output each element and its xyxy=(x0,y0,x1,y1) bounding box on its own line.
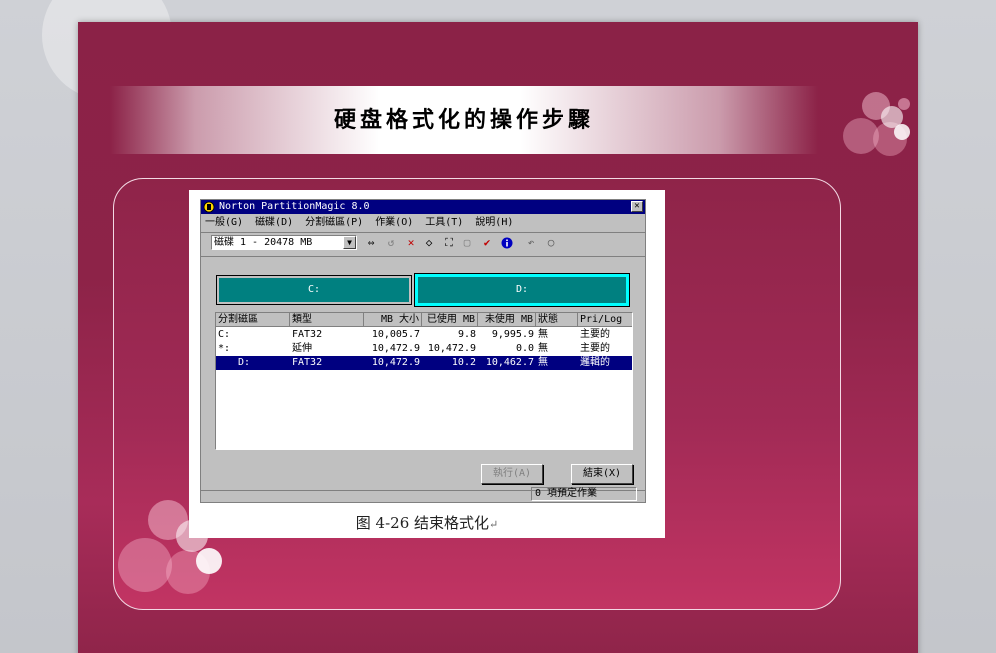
delete-icon[interactable]: ✕ xyxy=(403,235,419,251)
cell-prilog: 主要的 xyxy=(580,329,610,340)
status-bar: 0 項預定作業 xyxy=(203,486,643,502)
cell-unused: 0.0 xyxy=(515,343,534,354)
cell-unused: 9,995.9 xyxy=(491,329,534,340)
check-icon[interactable]: ✔ xyxy=(479,235,495,251)
cell-size: 10,472.9 xyxy=(371,357,420,368)
column-header-status[interactable]: 狀態 xyxy=(536,313,578,327)
copy-icon[interactable]: ▢ xyxy=(459,235,475,251)
table-row[interactable]: *: 延伸 10,472.9 10,472.9 0.0 無 主要的 xyxy=(216,342,632,356)
chevron-down-icon[interactable]: ▼ xyxy=(343,236,356,249)
menu-operations[interactable]: 作業(O) xyxy=(375,215,413,231)
cell-size: 10,005.7 xyxy=(371,329,420,340)
undo-merge-icon[interactable]: ↺ xyxy=(383,235,399,251)
exit-button[interactable]: 結束(X) xyxy=(571,464,633,484)
cell-status: 無 xyxy=(538,357,548,368)
cell-partition: D: xyxy=(238,357,251,368)
paragraph-mark-icon: ↵ xyxy=(489,518,499,531)
cell-prilog: 邏輯的 xyxy=(580,357,610,368)
cell-type: 延伸 xyxy=(292,343,312,354)
resize-icon[interactable]: ⇔ xyxy=(363,235,379,251)
menu-general[interactable]: 一般(G) xyxy=(205,215,243,231)
window-titlebar[interactable]: Norton PartitionMagic 8.0 ✕ xyxy=(201,200,645,214)
cell-status: 無 xyxy=(538,329,548,340)
disk-select-value: 磁碟 1 - 20478 MB xyxy=(214,237,313,248)
label-icon[interactable]: ◇ xyxy=(421,235,437,251)
slide-title: 硬盘格式化的操作步驟 xyxy=(333,107,594,133)
cell-size: 10,472.9 xyxy=(371,343,420,354)
column-header-type[interactable]: 類型 xyxy=(290,313,364,327)
cell-status: 無 xyxy=(538,343,548,354)
disk-select[interactable]: 磁碟 1 - 20478 MB ▼ xyxy=(211,235,357,250)
app-icon xyxy=(203,201,215,213)
cell-type: FAT32 xyxy=(292,357,323,368)
table-row[interactable]: C: FAT32 10,005.7 9.8 9,995.9 無 主要的 xyxy=(216,328,632,342)
menu-help[interactable]: 說明(H) xyxy=(475,215,513,231)
expand-icon[interactable]: ⛶ xyxy=(441,235,457,251)
redo-icon[interactable]: ○ xyxy=(543,235,559,251)
menu-tools[interactable]: 工具(T) xyxy=(425,215,463,231)
info-icon[interactable] xyxy=(499,235,515,251)
partition-table: 分割磁區 類型 MB 大小 已使用 MB 未使用 MB 狀態 Pri/Log C… xyxy=(215,312,633,450)
partition-block-d[interactable]: D: xyxy=(414,273,630,307)
partition-block-c[interactable]: C: xyxy=(216,275,412,305)
menu-bar: 一般(G) 磁碟(D) 分割磁區(P) 作業(O) 工具(T) 說明(H) xyxy=(205,215,513,231)
toolbar-separator xyxy=(201,256,645,257)
disk-map: C: D: xyxy=(215,270,633,307)
status-pending-operations: 0 項預定作業 xyxy=(531,487,637,501)
apply-button[interactable]: 執行(A) xyxy=(481,464,543,484)
cell-prilog: 主要的 xyxy=(580,343,610,354)
cell-used: 9.8 xyxy=(457,329,476,340)
title-band: 硬盘格式化的操作步驟 xyxy=(110,86,818,154)
cell-type: FAT32 xyxy=(292,329,323,340)
window-title: Norton PartitionMagic 8.0 xyxy=(219,201,370,212)
menu-partition[interactable]: 分割磁區(P) xyxy=(305,215,363,231)
column-header-size[interactable]: MB 大小 xyxy=(364,313,422,327)
menu-separator xyxy=(201,232,645,233)
figure-caption: 图 4-26 结束格式化↵ xyxy=(189,512,665,533)
screenshot-figure: Norton PartitionMagic 8.0 ✕ 一般(G) 磁碟(D) … xyxy=(189,190,665,538)
column-header-partition[interactable]: 分割磁區 xyxy=(216,313,290,327)
decor-bubble xyxy=(894,124,910,140)
undo-icon[interactable]: ↶ xyxy=(523,235,539,251)
column-header-unused[interactable]: 未使用 MB xyxy=(478,313,536,327)
decor-bubble xyxy=(898,98,910,110)
cell-partition: *: xyxy=(218,343,231,354)
toolbar: 磁碟 1 - 20478 MB ▼ ⇔ ↺ ✕ ◇ ⛶ ▢ ✔ ↶ ○ xyxy=(209,234,639,252)
decor-bubble xyxy=(118,538,172,592)
column-header-used[interactable]: 已使用 MB xyxy=(422,313,478,327)
table-row-selected[interactable]: D: FAT32 10,472.9 10.2 10,462.7 無 邏輯的 xyxy=(216,356,632,370)
partitionmagic-window: Norton PartitionMagic 8.0 ✕ 一般(G) 磁碟(D) … xyxy=(200,199,646,503)
cell-unused: 10,462.7 xyxy=(485,357,534,368)
cell-partition: C: xyxy=(218,329,231,340)
close-button[interactable]: ✕ xyxy=(631,201,643,212)
caption-text: 图 4-26 结束格式化 xyxy=(355,514,490,532)
cell-used: 10,472.9 xyxy=(427,343,476,354)
column-header-prilog[interactable]: Pri/Log xyxy=(578,313,632,327)
decor-bubble xyxy=(196,548,222,574)
cell-used: 10.2 xyxy=(451,357,476,368)
menu-disk[interactable]: 磁碟(D) xyxy=(255,215,293,231)
